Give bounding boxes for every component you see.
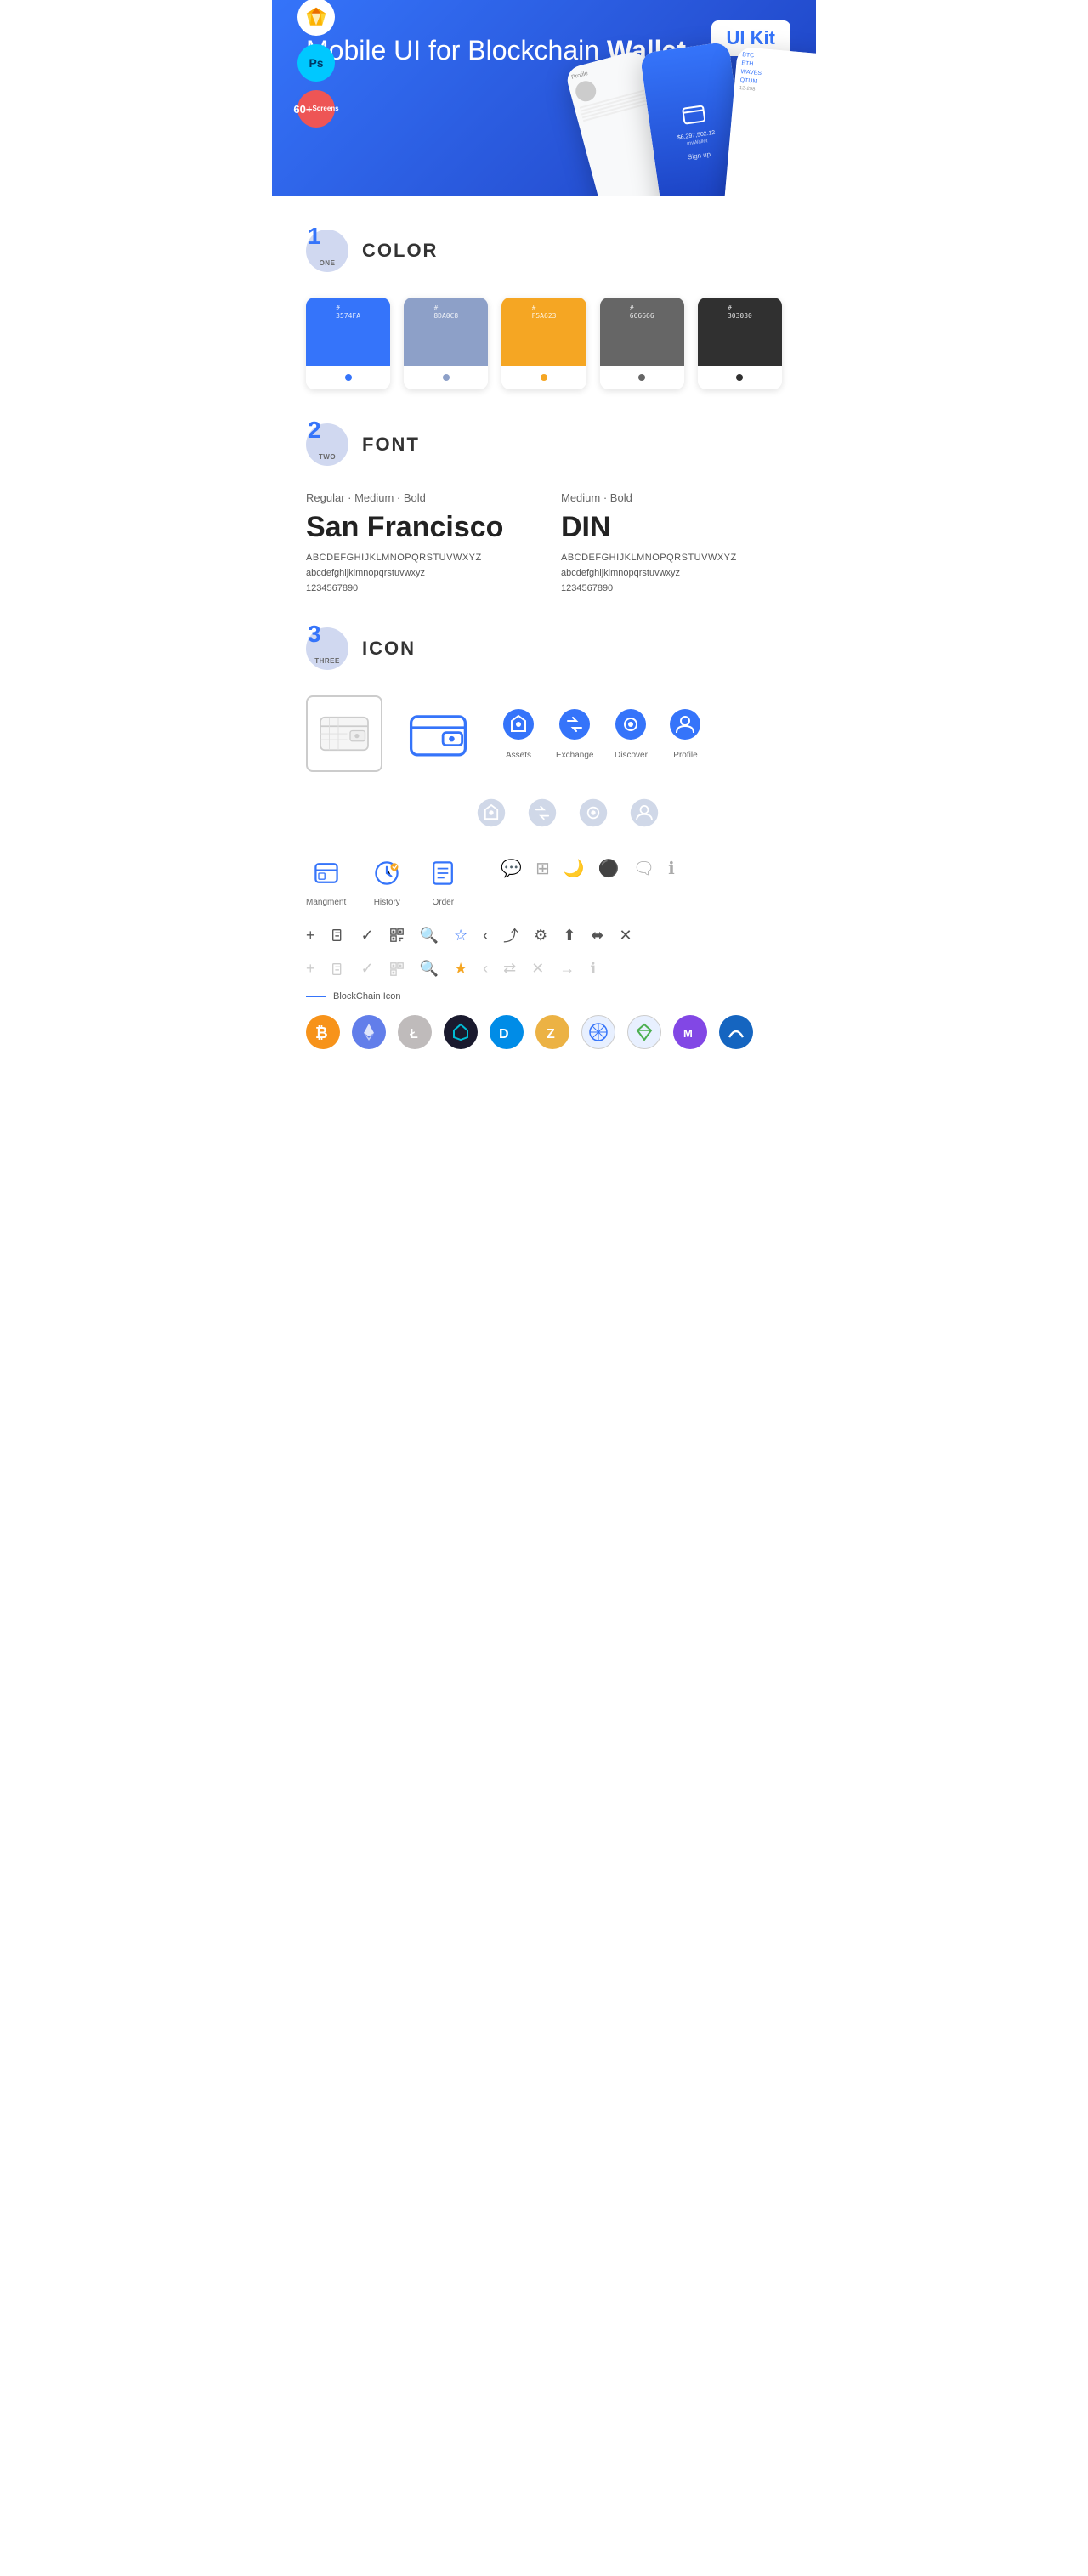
- icon-blue-wallet: [400, 695, 476, 772]
- phone-mockups: Profile $6,297,502.12 myWallet Sign up: [570, 43, 816, 196]
- circle-icon: ⚫: [598, 858, 620, 879]
- sketch-badge: [298, 0, 335, 36]
- font-grid: Regular · Medium · Bold San Francisco AB…: [306, 491, 782, 593]
- nav-icon-exchange: Exchange: [556, 707, 593, 760]
- svg-text:₿: ₿: [315, 1024, 328, 1041]
- info-icon-grey: ℹ: [590, 960, 596, 978]
- qr-icon-grey: [389, 962, 405, 977]
- color-swatch-grey: #666666: [600, 298, 684, 389]
- nav-icon-assets-grey: [476, 797, 507, 832]
- nav-icons-grey: [476, 797, 782, 832]
- message-icon: 🗨: [633, 858, 654, 879]
- moon-icon: 🌙: [564, 858, 585, 879]
- dash-icon: D: [490, 1015, 524, 1049]
- hero-section: Mobile UI for Blockchain Wallet UI Kit P…: [272, 0, 816, 196]
- main-content: 1 ONE COLOR #3574FA #8DA0C8 #F5A623 #666…: [272, 230, 816, 1049]
- chat-icon: 💬: [501, 858, 522, 879]
- svg-text:D: D: [499, 1027, 509, 1041]
- chevron-left-icon-grey: ‹: [483, 960, 488, 978]
- icon-section-content: Assets Exchange: [306, 695, 782, 1049]
- ethereum-icon: [352, 1015, 386, 1049]
- mgmt-icon-management: Mangment: [306, 858, 346, 907]
- chevron-left-icon: ‹: [483, 927, 488, 945]
- arc-icon: [719, 1015, 753, 1049]
- section-number-3: 3 THREE: [306, 627, 348, 670]
- font-din: Medium · Bold DIN ABCDEFGHIJKLMNOPQRSTUV…: [561, 491, 782, 593]
- phone-right-screen: BTC ETH WAVES QTUM 12-298: [723, 47, 816, 196]
- svg-text:M: M: [683, 1027, 693, 1040]
- qr-icon: [389, 928, 405, 943]
- layers-icon: ⊞: [536, 858, 550, 879]
- svg-text:Ł: Ł: [410, 1027, 418, 1041]
- icon-main-row: Assets Exchange: [306, 695, 782, 772]
- nav-icons-colored: Assets Exchange: [502, 707, 702, 760]
- icon-title: ICON: [362, 638, 416, 660]
- x-icon: ✕: [620, 927, 632, 945]
- upload-icon: ⬆: [563, 927, 575, 945]
- info-icon: ℹ: [668, 858, 675, 879]
- nav-icon-assets: Assets: [502, 707, 536, 760]
- color-section-header: 1 ONE COLOR: [306, 230, 782, 272]
- hero-badges: Ps 60+ Screens: [298, 0, 335, 128]
- font-title: FONT: [362, 434, 420, 456]
- section-number-1: 1 ONE: [306, 230, 348, 272]
- search-icon-grey: 🔍: [420, 960, 439, 978]
- screens-badge: 60+ Screens: [298, 90, 335, 128]
- arrows-icon-grey: ⇄: [503, 960, 516, 978]
- ps-badge: Ps: [298, 44, 335, 82]
- crypto-icons-row: ₿ Ł D Z: [306, 1015, 782, 1049]
- plus-icon: +: [306, 927, 315, 945]
- edit-icon: [331, 928, 346, 943]
- icon-section-header: 3 THREE ICON: [306, 627, 782, 670]
- font-san-francisco: Regular · Medium · Bold San Francisco AB…: [306, 491, 527, 593]
- color-swatch-grey-blue: #8DA0C8: [404, 298, 488, 389]
- polygon-icon: M: [673, 1015, 707, 1049]
- small-icons-grey: + ✓ 🔍 ★ ‹ ⇄ ✕ → ℹ: [306, 960, 782, 978]
- check-icon: ✓: [361, 927, 374, 945]
- color-swatch-blue: #3574FA: [306, 298, 390, 389]
- check-icon-grey: ✓: [361, 960, 374, 978]
- phone-right: BTC ETH WAVES QTUM 12-298: [723, 47, 816, 196]
- share-icon: ⤴: [503, 924, 518, 946]
- blockchain-label: BlockChain Icon: [306, 991, 782, 1001]
- nav-icon-profile-grey: [629, 797, 660, 832]
- litecoin-icon: Ł: [398, 1015, 432, 1049]
- font-section-header: 2 TWO FONT: [306, 423, 782, 466]
- nav-icon-exchange-grey: [527, 797, 558, 832]
- zcash-icon: Z: [536, 1015, 570, 1049]
- stellar-icon: [581, 1015, 615, 1049]
- mgmt-icon-order: Order: [428, 858, 458, 907]
- color-swatch-orange: #F5A623: [502, 298, 586, 389]
- star-icon-blue: ☆: [454, 927, 468, 945]
- star-icon-orange: ★: [454, 960, 468, 978]
- edit-icon-grey: [331, 962, 346, 977]
- mgmt-icons-row: Mangment History: [306, 858, 782, 907]
- misc-icons-row: 💬 ⊞ 🌙 ⚫ 🗨 ℹ: [501, 858, 674, 879]
- color-swatch-dark: #303030: [698, 298, 782, 389]
- gem-icon: [627, 1015, 661, 1049]
- search-icon: 🔍: [420, 927, 439, 945]
- font-section-content: Regular · Medium · Bold San Francisco AB…: [306, 491, 782, 593]
- nav-icon-discover-grey: [578, 797, 609, 832]
- settings-icon: ⚙: [534, 927, 547, 945]
- ps-label: Ps: [309, 56, 323, 70]
- section-number-2: 2 TWO: [306, 423, 348, 466]
- svg-text:Z: Z: [547, 1027, 555, 1041]
- waves-icon: [444, 1015, 478, 1049]
- resize-icon: ⬌: [591, 927, 604, 945]
- icon-wireframe-wallet: [306, 695, 382, 772]
- nav-icon-profile: Profile: [668, 707, 702, 760]
- nav-icon-discover: Discover: [614, 707, 648, 760]
- arrow-right-grey: →: [559, 960, 575, 978]
- plus-icon-grey: +: [306, 960, 315, 978]
- mgmt-icon-history: History: [371, 858, 402, 907]
- x-icon-grey: ✕: [531, 960, 544, 978]
- bitcoin-icon: ₿: [306, 1015, 340, 1049]
- color-title: COLOR: [362, 240, 438, 262]
- small-icons-colored: + ✓ 🔍 ☆ ‹ ⤴ ⚙ ⬆ ⬌ ✕: [306, 924, 782, 946]
- color-swatches: #3574FA #8DA0C8 #F5A623 #666666 #303030: [306, 298, 782, 389]
